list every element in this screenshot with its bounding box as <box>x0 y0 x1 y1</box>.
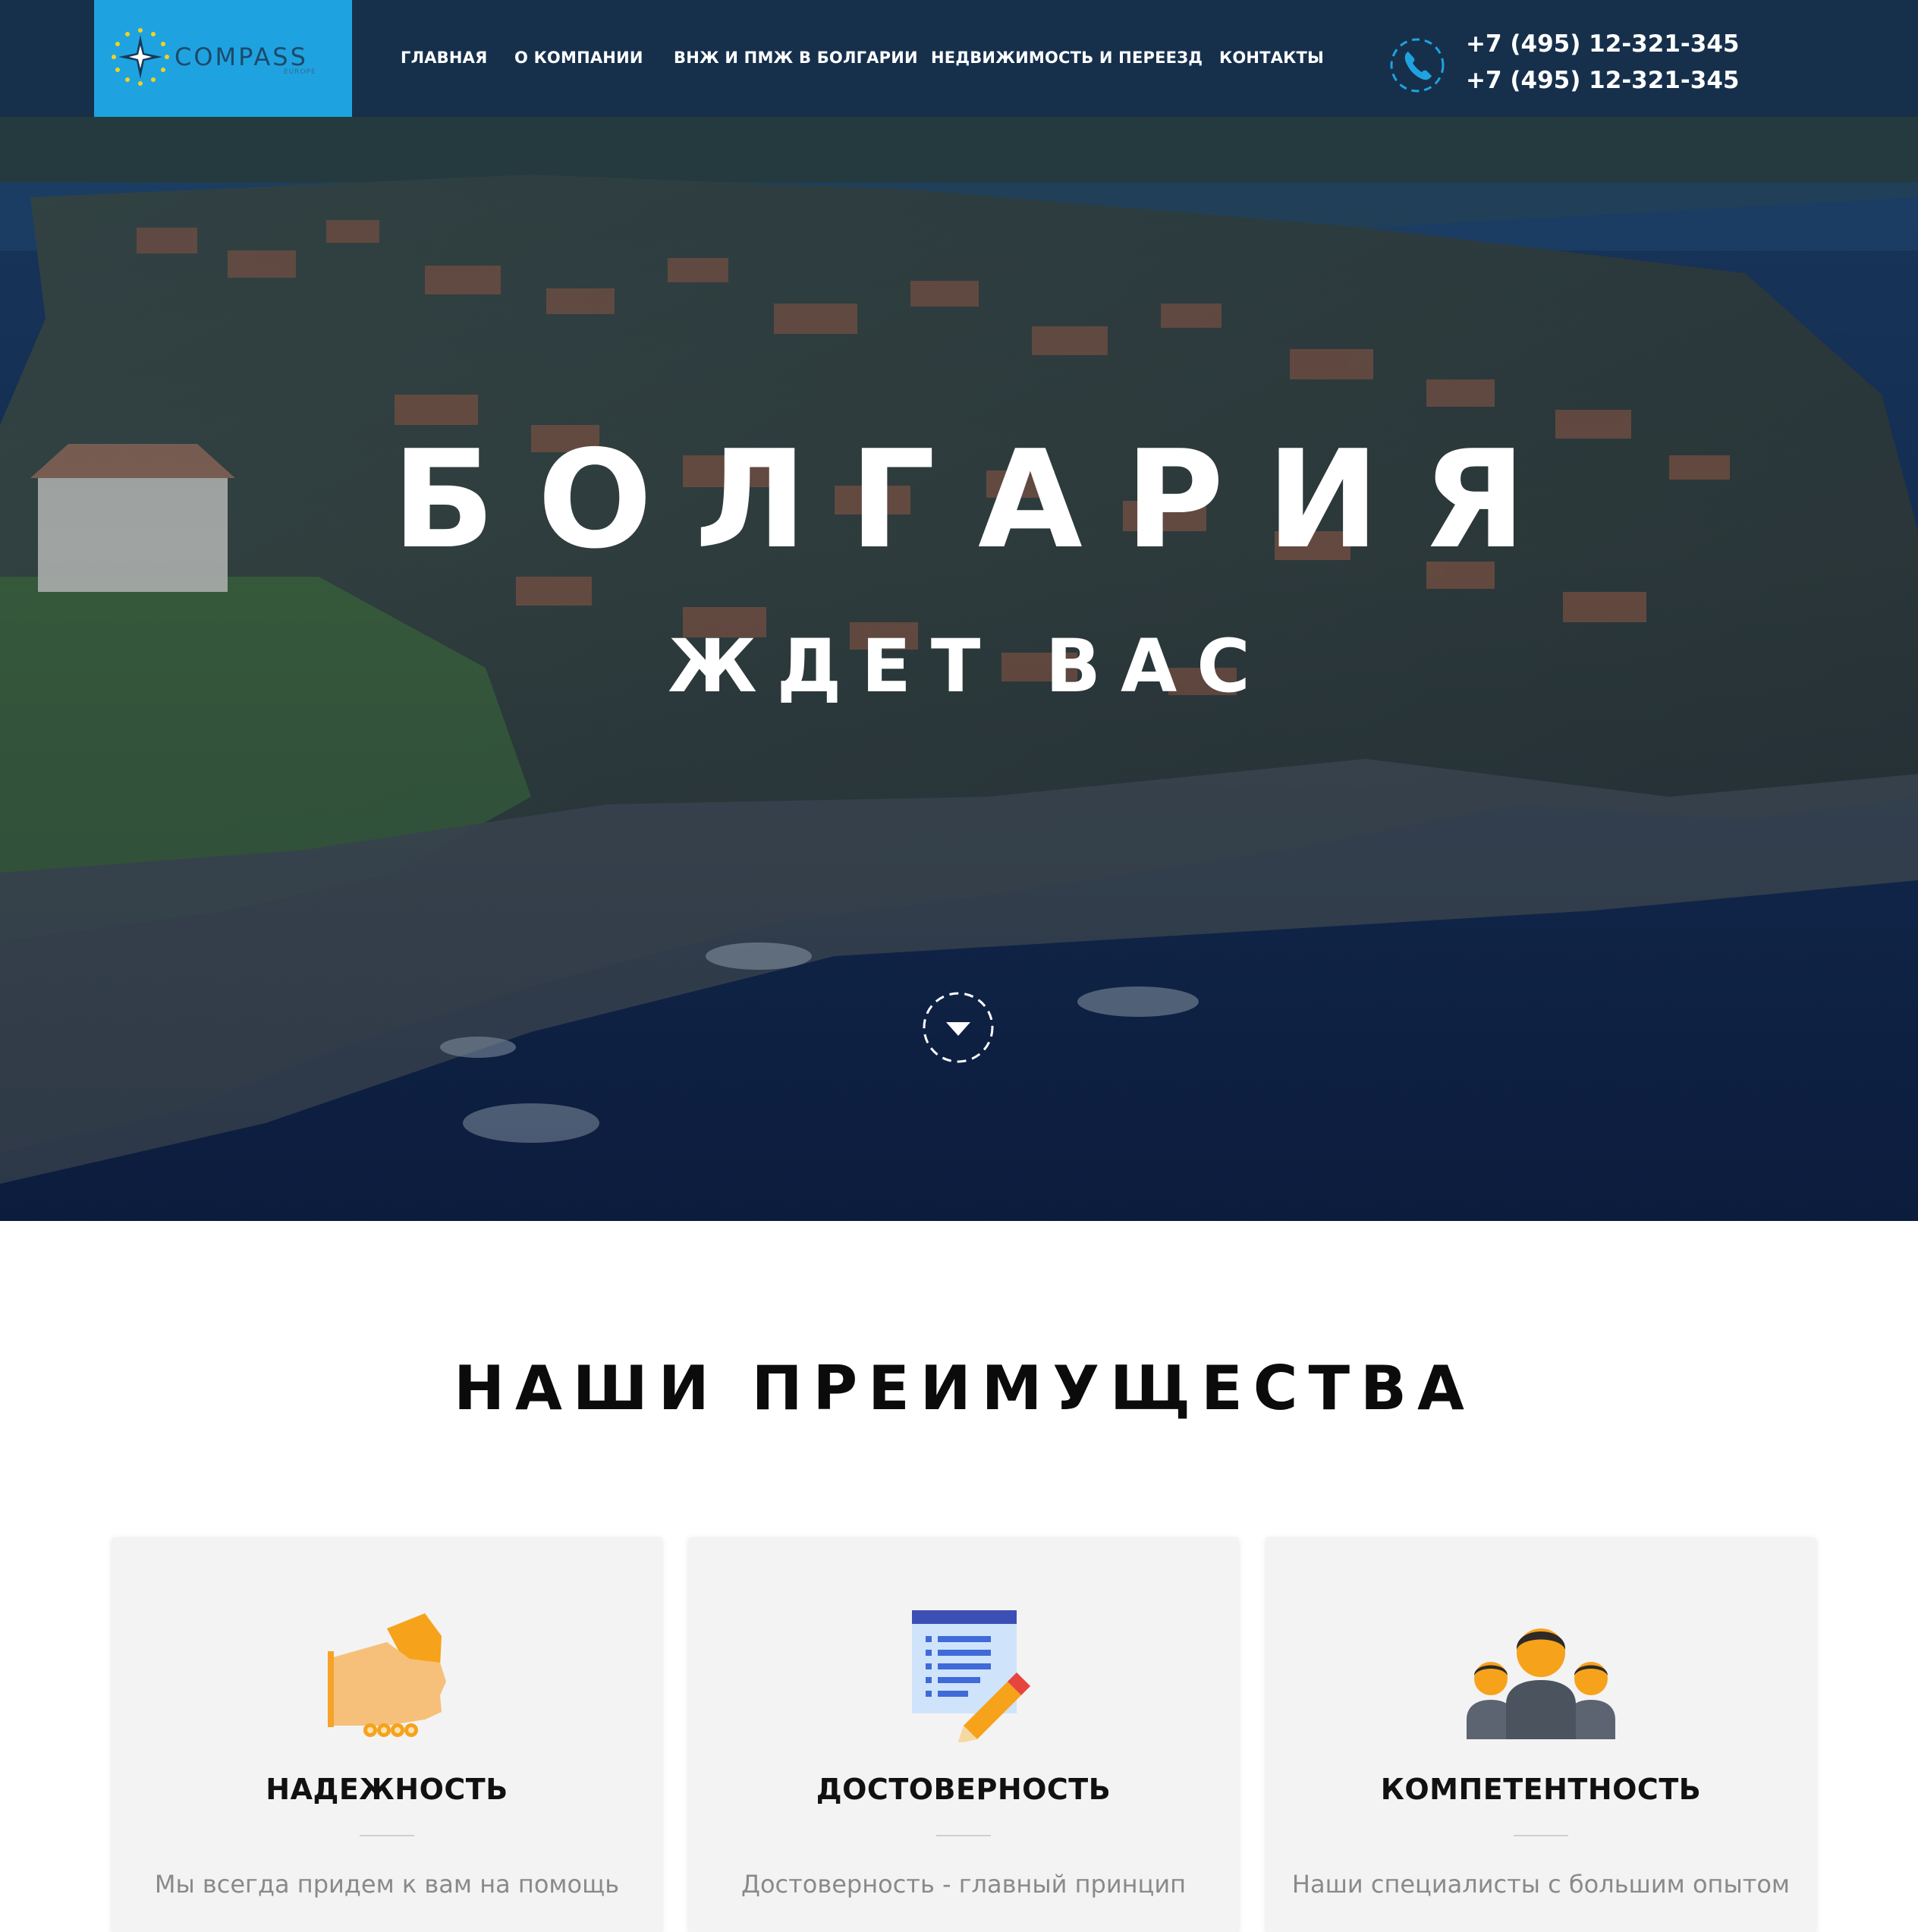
scroll-down-button[interactable] <box>921 990 995 1065</box>
card-divider <box>1514 1835 1568 1836</box>
advantage-card-reliability: НАДЕЖНОСТЬ Мы всегда придем к вам на пом… <box>112 1537 662 1932</box>
advantage-card-competence: КОМПЕТЕНТНОСТЬ Наши специалисты с больши… <box>1266 1537 1816 1932</box>
card-text: Наши специалисты с большим опытом <box>1291 1870 1791 1899</box>
nav-item-residence[interactable]: ВНЖ И ПМЖ В БОЛГАРИИ <box>674 49 918 67</box>
site-header: COMPASS EUROPE ГЛАВНАЯ О КОМПАНИИ ВНЖ И … <box>0 0 1918 117</box>
card-title: ДОСТОВЕРНОСТЬ <box>816 1773 1111 1806</box>
hero-title: БОЛГАРИЯ <box>391 421 1569 578</box>
nav-item-home[interactable]: ГЛАВНАЯ <box>401 49 487 67</box>
compass-icon <box>112 28 169 86</box>
advantages-title: НАШИ ПРЕИМУЩЕСТВА <box>454 1353 1475 1424</box>
handshake-icon <box>328 1613 446 1737</box>
phone-number-2[interactable]: +7 (495) 12-321-345 <box>1466 67 1739 94</box>
nav-item-realty[interactable]: НЕДВИЖИМОСТЬ И ПЕРЕЕЗД <box>931 49 1203 67</box>
phone-icon[interactable] <box>1388 36 1446 94</box>
card-title: КОМПЕТЕНТНОСТЬ <box>1380 1773 1702 1806</box>
card-divider <box>936 1835 991 1836</box>
team-icon <box>1467 1628 1615 1739</box>
card-divider <box>360 1835 414 1836</box>
hero-subtitle: ЖДЕТ ВАС <box>668 624 1270 709</box>
hero-section: БОЛГАРИЯ ЖДЕТ ВАС <box>0 0 1918 1221</box>
logo[interactable]: COMPASS EUROPE <box>94 0 352 117</box>
card-text: Мы всегда придем к вам на помощь <box>154 1870 620 1899</box>
nav-item-about[interactable]: О КОМПАНИИ <box>514 49 643 67</box>
logo-subtext: EUROPE <box>284 68 316 76</box>
card-text: Достоверность - главный принцип <box>740 1870 1187 1899</box>
logo-text: COMPASS <box>175 42 308 71</box>
card-title: НАДЕЖНОСТЬ <box>266 1773 508 1806</box>
advantage-card-credibility: ДОСТОВЕРНОСТЬ Достоверность - главный пр… <box>689 1537 1238 1932</box>
document-edit-icon <box>912 1610 1030 1742</box>
nav-item-contacts[interactable]: КОНТАКТЫ <box>1219 49 1324 67</box>
chevron-down-icon <box>923 992 994 1063</box>
phone-number-1[interactable]: +7 (495) 12-321-345 <box>1466 30 1739 58</box>
